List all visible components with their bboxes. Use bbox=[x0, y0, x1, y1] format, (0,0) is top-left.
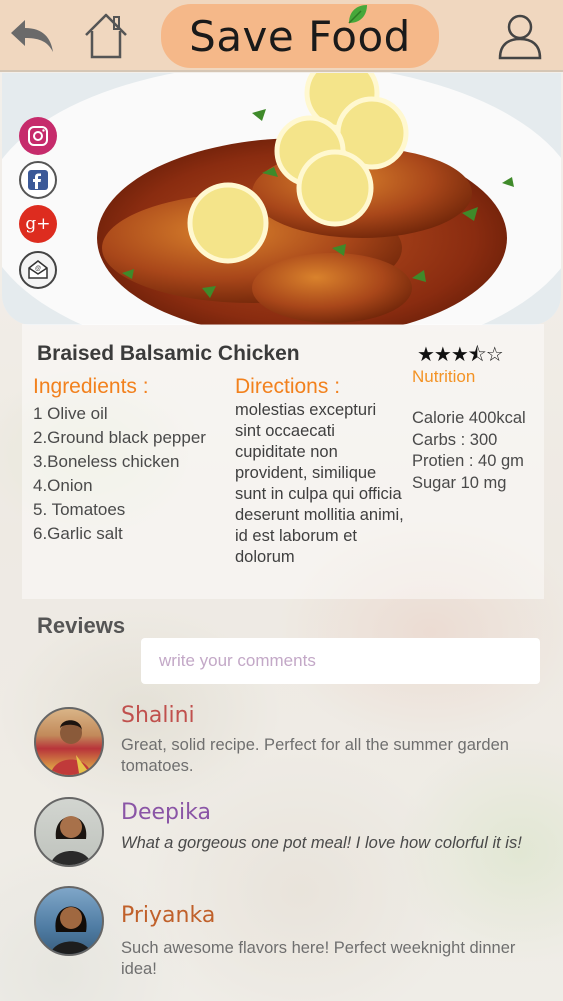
instagram-icon[interactable] bbox=[19, 117, 57, 155]
leaf-icon bbox=[348, 5, 367, 24]
email-icon[interactable]: @ bbox=[19, 251, 57, 289]
app-title: Save Food bbox=[161, 4, 439, 68]
list-item: Sugar 10 mg bbox=[412, 473, 507, 492]
review-item: Deepika What a gorgeous one pot meal! I … bbox=[0, 797, 563, 895]
back-arrow-icon[interactable] bbox=[6, 10, 58, 62]
list-item: 1 Olive oil bbox=[33, 404, 108, 423]
review-text: Such awesome flavors here! Perfect weekn… bbox=[121, 939, 516, 978]
avatar bbox=[34, 797, 104, 867]
ingredients-list: 1 Olive oil 2.Ground black pepper 3.Bone… bbox=[33, 402, 206, 546]
list-item: Protien : 40 gm bbox=[412, 452, 524, 470]
recipe-hero-image: g+ @ bbox=[2, 73, 561, 325]
nutrition-heading: Nutrition bbox=[412, 367, 476, 386]
nutrition-list: Calorie 400kcal Carbs : 300 Protien : 40… bbox=[412, 408, 526, 494]
comment-input[interactable] bbox=[141, 638, 540, 684]
review-item: Shalini Great, solid recipe. Perfect for… bbox=[0, 703, 563, 798]
app-header: Save Food bbox=[0, 0, 563, 72]
avatar bbox=[34, 886, 104, 956]
directions-text: molestias excepturi sint occaecati cupid… bbox=[235, 401, 404, 566]
list-item: Calorie 400kcal bbox=[412, 409, 526, 427]
review-text: Great, solid recipe. Perfect for all the… bbox=[121, 736, 509, 775]
home-icon[interactable] bbox=[80, 10, 132, 62]
facebook-icon[interactable] bbox=[19, 161, 57, 199]
user-profile-icon[interactable] bbox=[494, 10, 546, 62]
review-item: Priyanka Such awesome flavors here! Perf… bbox=[0, 886, 563, 998]
list-item: 6.Garlic salt bbox=[33, 524, 123, 543]
avatar bbox=[34, 707, 104, 777]
reviewer-name: Shalini bbox=[121, 703, 195, 728]
list-item: 5. Tomatoes bbox=[33, 500, 126, 519]
list-item: 4.Onion bbox=[33, 476, 93, 495]
reviews-heading: Reviews bbox=[37, 613, 126, 638]
reviewer-name: Deepika bbox=[121, 800, 211, 825]
list-item: Carbs : 300 bbox=[412, 430, 498, 449]
reviewer-name: Priyanka bbox=[121, 903, 216, 928]
google-plus-icon[interactable]: g+ bbox=[19, 205, 57, 243]
list-item: 2.Ground black pepper bbox=[33, 428, 206, 447]
ingredients-heading: Ingredients : bbox=[33, 375, 149, 398]
review-text: What a gorgeous one pot meal! I love how… bbox=[121, 834, 522, 852]
svg-text:@: @ bbox=[35, 266, 41, 272]
directions-heading: Directions : bbox=[235, 375, 341, 398]
list-item: 3.Boneless chicken bbox=[33, 452, 180, 471]
recipe-title: Braised Balsamic Chicken bbox=[37, 342, 300, 365]
